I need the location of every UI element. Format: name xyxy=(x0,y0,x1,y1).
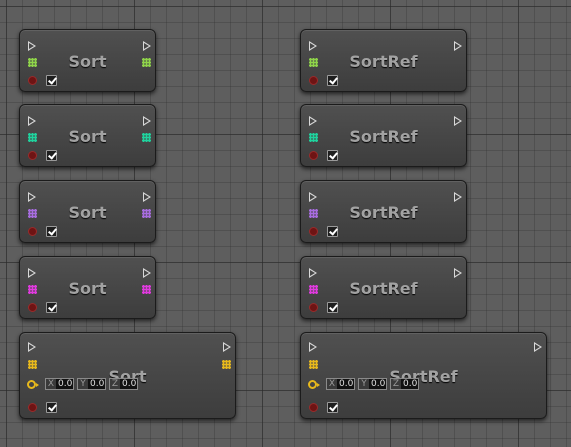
sortref-node-2[interactable]: SortRef xyxy=(300,104,467,167)
exec-output-pin[interactable] xyxy=(454,192,462,202)
node-title: Sort xyxy=(68,279,107,298)
exec-input-pin[interactable] xyxy=(28,268,36,278)
node-title: Sort xyxy=(68,203,107,222)
exec-input-pin[interactable] xyxy=(28,116,36,126)
exec-output-pin[interactable] xyxy=(454,116,462,126)
predicate-delegate-pin[interactable] xyxy=(309,403,318,412)
array-output-pin[interactable] xyxy=(142,285,151,294)
node-title: SortRef xyxy=(349,52,418,71)
array-input-pin[interactable] xyxy=(309,360,318,369)
exec-output-pin[interactable] xyxy=(143,41,151,51)
array-input-pin[interactable] xyxy=(28,360,37,369)
node-title: SortRef xyxy=(349,127,418,146)
array-input-pin[interactable] xyxy=(309,133,318,142)
exec-output-pin[interactable] xyxy=(143,116,151,126)
exec-input-pin[interactable] xyxy=(309,342,317,352)
exec-output-pin[interactable] xyxy=(143,268,151,278)
exec-output-pin[interactable] xyxy=(454,268,462,278)
sortref-node-3[interactable]: SortRef xyxy=(300,180,467,243)
z-value: 0.0 xyxy=(122,379,137,389)
array-input-pin[interactable] xyxy=(309,58,318,67)
ascending-checkbox[interactable] xyxy=(327,75,338,86)
vector-y-field[interactable]: Y 0.0 xyxy=(358,378,387,390)
z-label: Z xyxy=(110,379,120,389)
node-title: SortRef xyxy=(349,279,418,298)
sortref-node-1[interactable]: SortRef xyxy=(300,29,467,92)
vector-y-field[interactable]: Y 0.0 xyxy=(77,378,106,390)
exec-input-pin[interactable] xyxy=(309,192,317,202)
ascending-checkbox[interactable] xyxy=(46,75,57,86)
x-value: 0.0 xyxy=(58,379,73,389)
vector-x-field[interactable]: X 0.0 xyxy=(45,378,74,390)
z-label: Z xyxy=(391,379,401,389)
sort-node-4[interactable]: Sort xyxy=(19,256,156,319)
sortref-node-5[interactable]: SortRef X 0.0 Y 0.0 Z 0.0 xyxy=(300,332,547,419)
z-value: 0.0 xyxy=(403,379,418,389)
exec-input-pin[interactable] xyxy=(309,116,317,126)
array-output-pin[interactable] xyxy=(142,209,151,218)
ascending-checkbox[interactable] xyxy=(46,302,57,313)
predicate-delegate-pin[interactable] xyxy=(309,151,318,160)
vector-z-field[interactable]: Z 0.0 xyxy=(109,378,138,390)
predicate-delegate-pin[interactable] xyxy=(28,227,37,236)
predicate-delegate-pin[interactable] xyxy=(309,303,318,312)
vector-input-pin[interactable] xyxy=(308,380,320,389)
array-input-pin[interactable] xyxy=(309,209,318,218)
predicate-delegate-pin[interactable] xyxy=(309,76,318,85)
sortref-node-4[interactable]: SortRef xyxy=(300,256,467,319)
array-input-pin[interactable] xyxy=(28,133,37,142)
node-title: Sort xyxy=(68,127,107,146)
array-input-pin[interactable] xyxy=(28,285,37,294)
ascending-checkbox[interactable] xyxy=(327,402,338,413)
y-value: 0.0 xyxy=(371,379,386,389)
x-value: 0.0 xyxy=(339,379,354,389)
sort-node-1[interactable]: Sort xyxy=(19,29,156,92)
x-label: X xyxy=(46,379,56,389)
predicate-delegate-pin[interactable] xyxy=(28,303,37,312)
exec-output-pin[interactable] xyxy=(143,192,151,202)
exec-input-pin[interactable] xyxy=(28,41,36,51)
y-label: Y xyxy=(78,379,88,389)
ascending-checkbox[interactable] xyxy=(327,150,338,161)
y-value: 0.0 xyxy=(90,379,105,389)
exec-output-pin[interactable] xyxy=(454,41,462,51)
node-title: Sort xyxy=(68,52,107,71)
exec-input-pin[interactable] xyxy=(28,192,36,202)
exec-input-pin[interactable] xyxy=(28,342,36,352)
vector-x-field[interactable]: X 0.0 xyxy=(326,378,355,390)
sort-node-3[interactable]: Sort xyxy=(19,180,156,243)
exec-output-pin[interactable] xyxy=(223,342,231,352)
array-output-pin[interactable] xyxy=(142,58,151,67)
exec-output-pin[interactable] xyxy=(534,342,542,352)
ascending-checkbox[interactable] xyxy=(327,302,338,313)
array-input-pin[interactable] xyxy=(309,285,318,294)
sort-node-5[interactable]: Sort X 0.0 Y 0.0 Z 0.0 xyxy=(19,332,236,419)
vector-z-field[interactable]: Z 0.0 xyxy=(390,378,419,390)
array-output-pin[interactable] xyxy=(222,360,231,369)
y-label: Y xyxy=(359,379,369,389)
ascending-checkbox[interactable] xyxy=(46,226,57,237)
exec-input-pin[interactable] xyxy=(309,41,317,51)
ascending-checkbox[interactable] xyxy=(46,402,57,413)
x-label: X xyxy=(327,379,337,389)
predicate-delegate-pin[interactable] xyxy=(309,227,318,236)
array-output-pin[interactable] xyxy=(142,133,151,142)
exec-input-pin[interactable] xyxy=(309,268,317,278)
sort-node-2[interactable]: Sort xyxy=(19,104,156,167)
vector-input-pin[interactable] xyxy=(27,380,39,389)
array-input-pin[interactable] xyxy=(28,58,37,67)
array-input-pin[interactable] xyxy=(28,209,37,218)
ascending-checkbox[interactable] xyxy=(46,150,57,161)
predicate-delegate-pin[interactable] xyxy=(28,76,37,85)
predicate-delegate-pin[interactable] xyxy=(28,403,37,412)
ascending-checkbox[interactable] xyxy=(327,226,338,237)
predicate-delegate-pin[interactable] xyxy=(28,151,37,160)
node-title: SortRef xyxy=(349,203,418,222)
